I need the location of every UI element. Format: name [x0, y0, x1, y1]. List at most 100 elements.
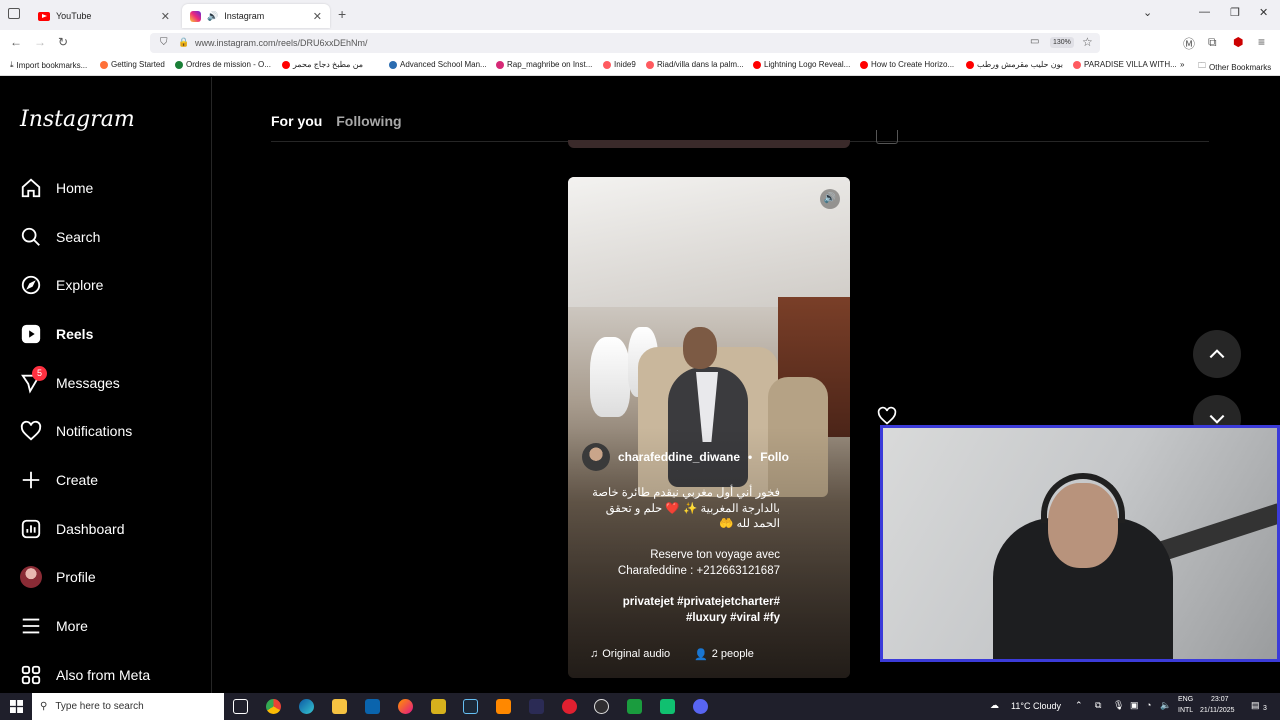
volume-icon[interactable]: 🔈 — [1160, 700, 1171, 711]
url-text[interactable]: www.instagram.com/reels/DRU6xxDEhNm/ — [195, 38, 368, 48]
extensions-icon[interactable]: ⧉ — [1208, 35, 1217, 50]
tab-for-you[interactable]: For you — [271, 113, 322, 129]
file-explorer-icon[interactable] — [332, 699, 347, 714]
speaker-icon[interactable]: 🔊 — [207, 11, 218, 22]
tab-list-icon[interactable] — [8, 8, 20, 19]
audio-chip[interactable]: ♫ Original audio — [590, 644, 670, 664]
sidebar-item-also-from-meta[interactable]: Also from Meta — [20, 660, 150, 690]
volume-icon[interactable]: 🔊 — [820, 189, 840, 209]
author-username[interactable]: charafeddine_diwane — [618, 450, 740, 464]
weather-icon[interactable]: ☁ — [990, 700, 999, 711]
language-bottom[interactable]: INTL — [1178, 707, 1193, 714]
close-window-button[interactable]: ✕ — [1259, 6, 1268, 19]
tray-overflow-icon[interactable]: ⌃ — [1075, 700, 1083, 711]
bookmark-item[interactable]: PARADISE VILLA WITH... — [1073, 60, 1177, 69]
forward-icon[interactable]: → — [34, 35, 46, 49]
reload-icon[interactable]: ↻ — [58, 35, 68, 49]
clock-date[interactable]: 21/11/2025 — [1200, 707, 1235, 714]
chrome-icon[interactable] — [266, 699, 281, 714]
back-icon[interactable]: ← — [10, 35, 22, 49]
wifi-icon[interactable]: ◔ — [1146, 700, 1151, 710]
bookmark-item[interactable]: Rap_maghribe on Inst... — [496, 60, 592, 69]
bookmark-item[interactable]: How to Create Horizo... — [860, 60, 954, 69]
extension-badge-icon[interactable]: ⬢ — [1233, 35, 1243, 49]
lock-icon[interactable]: 🔒 — [178, 37, 189, 48]
steam-icon[interactable] — [463, 699, 478, 714]
app-icon[interactable] — [660, 699, 675, 714]
sidebar-item-reels[interactable]: Reels — [20, 319, 93, 349]
sidebar-item-explore[interactable]: Explore — [20, 270, 103, 300]
close-tab-icon[interactable]: ✕ — [313, 10, 322, 23]
bookmark-item[interactable]: من مطبخ دجاج محمر — [282, 60, 363, 69]
notepad-icon[interactable] — [431, 699, 446, 714]
notification-center-icon[interactable]: ▤ — [1251, 700, 1260, 711]
language-top[interactable]: ENG — [1178, 696, 1193, 703]
previous-reel-edge[interactable] — [568, 140, 850, 148]
like-heart-icon[interactable] — [877, 406, 897, 426]
tab-instagram[interactable]: 🔊 Instagram ✕ — [182, 4, 330, 28]
sidebar-item-profile[interactable]: Profile — [20, 562, 96, 592]
avatar[interactable] — [582, 443, 610, 471]
weather-text[interactable]: 11°C Cloudy — [1011, 701, 1061, 711]
app-icon[interactable] — [529, 699, 544, 714]
sidebar-item-create[interactable]: Create — [20, 465, 98, 495]
app-icon[interactable] — [562, 699, 577, 714]
bookmark-item[interactable]: بون حليب مقرمش ورطب — [966, 60, 1063, 69]
vlc-icon[interactable] — [496, 699, 511, 714]
minimize-button[interactable]: — — [1199, 6, 1210, 18]
sidebar-item-dashboard[interactable]: Dashboard — [20, 514, 125, 544]
sidebar-item-search[interactable]: Search — [20, 222, 100, 252]
instagram-icon — [190, 10, 201, 22]
sidebar-item-home[interactable]: Home — [20, 173, 93, 203]
account-icon[interactable]: Ⓜ — [1183, 35, 1195, 52]
caption-hashtags[interactable]: privatejet #privatejetcharter# #luxury #… — [568, 595, 780, 626]
follow-button[interactable]: Follo — [760, 450, 789, 464]
new-tab-button[interactable]: + — [338, 6, 346, 22]
outlook-icon[interactable] — [365, 699, 380, 714]
edge-icon[interactable] — [299, 699, 314, 714]
people-chip[interactable]: 👤 2 people — [694, 644, 754, 664]
close-tab-icon[interactable]: ✕ — [161, 10, 170, 23]
reel-author[interactable]: charafeddine_diwane • Follo — [582, 443, 789, 471]
shield-icon[interactable]: ⛉ — [160, 37, 168, 48]
taskbar-search-placeholder[interactable]: Type here to search — [55, 701, 143, 712]
bookmark-star-icon[interactable]: ☆ — [1082, 35, 1093, 49]
tab-overflow-icon[interactable]: ⌄ — [1143, 6, 1152, 19]
network-icon[interactable]: ⧉ — [1095, 700, 1101, 711]
clock-time[interactable]: 23:07 — [1211, 696, 1229, 703]
reel-video[interactable]: 🔊 charafeddine_diwane • Follo فخور أني أ… — [568, 177, 850, 678]
bookmarks-overflow-icon[interactable]: » — [1180, 60, 1184, 69]
youtube-icon — [38, 11, 50, 21]
zoom-level[interactable]: 130% — [1050, 37, 1074, 48]
tab-following[interactable]: Following — [336, 113, 401, 129]
webcam-overlay[interactable] — [880, 425, 1280, 662]
tray-app-icon[interactable]: ▣ — [1130, 700, 1139, 711]
previous-reel-action[interactable] — [876, 130, 898, 144]
taskbar-search[interactable]: ⚲ Type here to search — [32, 693, 224, 720]
bookmark-item[interactable]: Getting Started — [100, 60, 165, 69]
windows-start-icon[interactable] — [10, 700, 23, 713]
reader-view-icon[interactable]: ▭ — [1030, 36, 1039, 47]
firefox-icon[interactable] — [398, 699, 413, 714]
bookmark-item[interactable]: Riad/villa dans la palm... — [646, 60, 744, 69]
task-view-icon[interactable] — [233, 699, 248, 714]
bookmark-item[interactable]: Lightning Logo Reveal... — [753, 60, 850, 69]
discord-icon[interactable] — [693, 699, 708, 714]
tab-youtube[interactable]: YouTube ✕ — [30, 4, 178, 28]
sidebar-item-messages[interactable]: 5 Messages — [20, 366, 120, 398]
address-bar[interactable]: ⛉ 🔒 www.instagram.com/reels/DRU6xxDEhNm/… — [150, 33, 1100, 53]
app-icon[interactable] — [627, 699, 642, 714]
instagram-logo[interactable]: Instagram — [20, 107, 135, 132]
bookmark-item[interactable]: ⤓ Import bookmarks... — [10, 60, 87, 70]
sidebar-item-notifications[interactable]: Notifications — [20, 416, 132, 446]
scroll-up-button[interactable] — [1193, 330, 1241, 378]
sidebar-item-more[interactable]: More — [20, 611, 88, 641]
obs-icon[interactable] — [594, 699, 609, 714]
bookmark-item[interactable]: 🗀 Other Bookmarks — [1198, 60, 1271, 74]
restore-button[interactable]: ❐ — [1230, 6, 1240, 19]
bookmark-item[interactable]: Inide9 — [603, 60, 636, 69]
bookmark-item[interactable]: Ordres de mission - O... — [175, 60, 271, 69]
menu-icon[interactable]: ≡ — [1258, 35, 1265, 49]
microphone-icon[interactable]: 🎙 — [1113, 700, 1124, 711]
bookmark-item[interactable]: Advanced School Man... — [389, 60, 487, 69]
